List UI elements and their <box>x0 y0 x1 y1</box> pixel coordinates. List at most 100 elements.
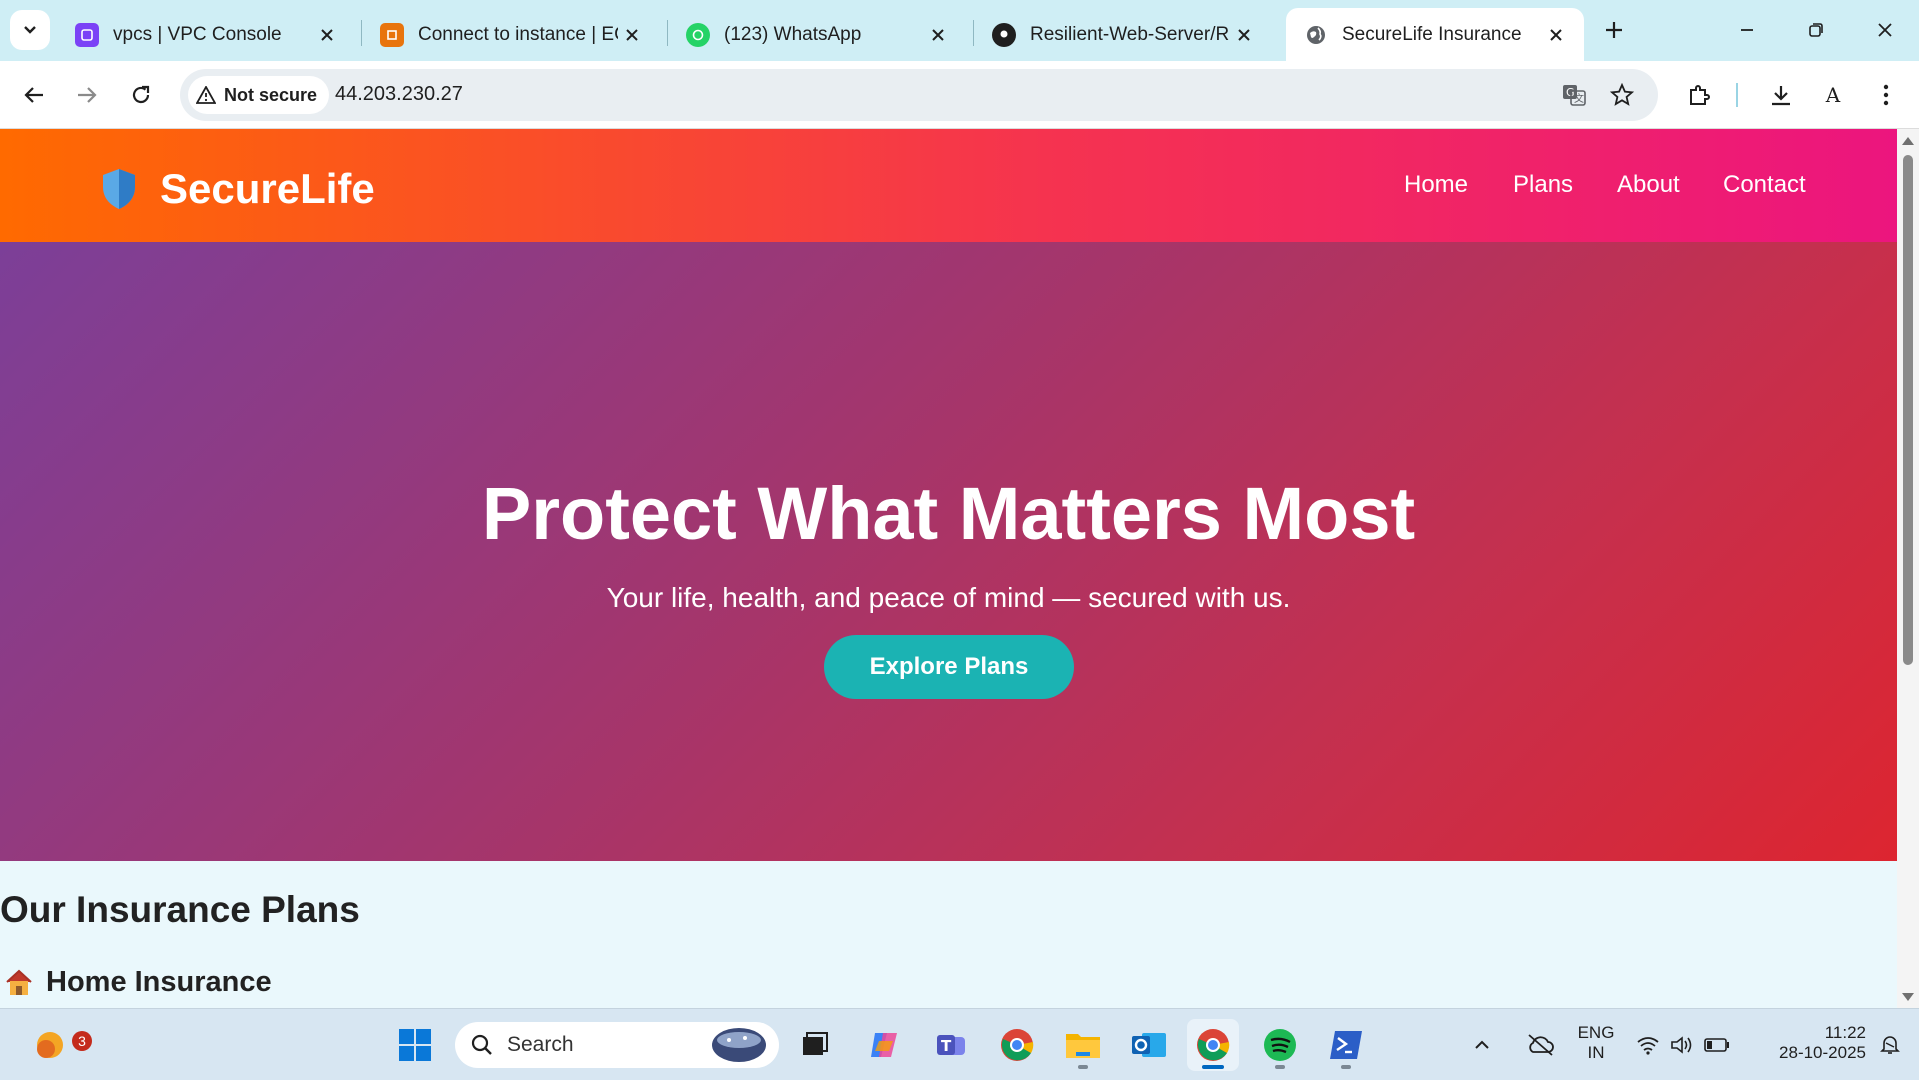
windows-taskbar: 3 Search T ENG IN 11:22 28-10-2025 <box>0 1008 1919 1080</box>
close-window-button[interactable] <box>1862 8 1908 52</box>
forward-button[interactable] <box>67 75 107 115</box>
copilot-icon <box>871 1033 897 1057</box>
puzzle-icon <box>1690 85 1710 105</box>
plans-heading: Our Insurance Plans <box>0 889 360 930</box>
warning-icon <box>196 86 216 104</box>
minimize-button[interactable] <box>1724 8 1770 52</box>
translate-button[interactable]: G文 <box>1556 77 1592 113</box>
github-favicon-icon <box>992 22 1016 47</box>
windows-logo-icon <box>399 1029 431 1061</box>
taskbar-copilot[interactable] <box>859 1019 911 1071</box>
brand-name: SecureLife <box>160 165 375 212</box>
tab-search-button[interactable] <box>10 10 50 50</box>
restore-button[interactable] <box>1793 8 1839 52</box>
notifications-button[interactable] <box>1870 1019 1910 1071</box>
globe-favicon-icon <box>1304 23 1328 47</box>
powershell-icon <box>1330 1031 1362 1059</box>
site-header: SecureLife Home Plans About Contact <box>0 129 1897 242</box>
tab-github[interactable]: Resilient-Web-Server/REA <box>974 8 1272 61</box>
back-button[interactable] <box>14 75 54 115</box>
hero-title: Protect What Matters Most <box>481 472 1416 555</box>
show-hidden-icons-button[interactable] <box>1464 1019 1500 1071</box>
reload-button[interactable] <box>121 75 161 115</box>
tab-close-icon[interactable] <box>618 21 646 49</box>
tab-title: (123) WhatsApp <box>724 23 862 45</box>
tab-vpc-console[interactable]: vpcs | VPC Console <box>57 8 355 61</box>
scroll-up-arrow-icon[interactable] <box>1902 137 1914 145</box>
arrow-left-icon <box>24 87 43 103</box>
plus-icon <box>1606 22 1622 38</box>
hero-section: Protect What Matters Most Your life, hea… <box>0 242 1897 861</box>
nav-link-home[interactable]: Home <box>1404 171 1468 199</box>
tab-connect-ec2[interactable]: Connect to instance | EC2 <box>362 8 660 61</box>
translate-icon: G文 <box>1563 85 1586 106</box>
downloads-button[interactable] <box>1761 75 1801 115</box>
onedrive-status[interactable] <box>1516 1019 1564 1071</box>
taskbar-powershell[interactable] <box>1320 1019 1372 1071</box>
nav-link-contact[interactable]: Contact <box>1723 171 1806 199</box>
tab-close-icon[interactable] <box>1542 21 1570 49</box>
tab-securelife[interactable]: SecureLife Insurance <box>1286 8 1584 61</box>
taskbar-outlook[interactable] <box>1123 1019 1175 1071</box>
clock-date: 28-10-2025 <box>1779 1043 1866 1062</box>
folder-icon <box>1066 1034 1100 1058</box>
web-page: SecureLife Home Plans About Contact Prot… <box>0 129 1897 1008</box>
search-highlight-icon <box>712 1028 766 1062</box>
explore-plans-button[interactable]: Explore Plans <box>824 635 1074 699</box>
taskbar-teams[interactable]: T <box>925 1019 977 1071</box>
taskbar-search[interactable]: Search <box>455 1022 779 1068</box>
notification-badge: 3 <box>72 1031 92 1051</box>
more-vertical-icon <box>1883 84 1889 106</box>
taskbar-chrome[interactable] <box>991 1019 1043 1071</box>
tab-close-icon[interactable] <box>924 21 952 49</box>
tab-close-icon[interactable] <box>1230 21 1258 49</box>
wifi-icon <box>1637 1037 1659 1055</box>
restore-icon <box>1809 23 1823 37</box>
brand[interactable]: SecureLife <box>100 165 375 213</box>
url-text[interactable]: 44.203.230.27 <box>335 83 463 106</box>
tab-close-icon[interactable] <box>313 21 341 49</box>
plan-item: Home Insurance <box>4 966 272 999</box>
weather-icon <box>37 1032 63 1058</box>
language-code: ENG <box>1577 1023 1615 1042</box>
weather-widget[interactable]: 3 <box>24 1019 92 1071</box>
star-icon <box>1610 83 1634 106</box>
profile-button[interactable]: A <box>1813 75 1853 115</box>
bookmark-button[interactable] <box>1604 77 1640 113</box>
tab-title: Connect to instance | EC2 <box>418 23 618 45</box>
security-chip[interactable]: Not secure <box>188 76 330 114</box>
task-view-icon <box>803 1032 828 1055</box>
language-indicator[interactable]: ENG IN <box>1574 1023 1618 1063</box>
battery-icon <box>1704 1038 1729 1052</box>
taskbar-file-explorer[interactable] <box>1057 1019 1109 1071</box>
reload-icon <box>132 85 150 104</box>
spotify-icon <box>1264 1029 1296 1061</box>
taskbar-task-view[interactable] <box>789 1019 841 1071</box>
taskbar-chrome-active[interactable] <box>1187 1019 1239 1071</box>
close-icon <box>1878 23 1892 37</box>
tab-title: SecureLife Insurance <box>1342 23 1522 45</box>
chevron-down-icon <box>24 26 36 34</box>
new-tab-button[interactable] <box>1596 12 1632 48</box>
menu-button[interactable] <box>1866 75 1906 115</box>
shield-icon <box>103 169 135 209</box>
teams-icon: T <box>937 1035 965 1055</box>
running-indicator <box>1078 1065 1088 1069</box>
hero-subtitle: Your life, health, and peace of mind — s… <box>606 582 1291 613</box>
taskbar-spotify[interactable] <box>1254 1019 1306 1071</box>
scroll-down-arrow-icon[interactable] <box>1902 993 1914 1001</box>
quick-settings-button[interactable] <box>1628 1019 1738 1071</box>
scrollbar-thumb[interactable] <box>1903 155 1913 665</box>
language-region: IN <box>1587 1043 1605 1062</box>
nav-link-plans[interactable]: Plans <box>1513 171 1573 199</box>
tab-whatsapp[interactable]: (123) WhatsApp <box>668 8 966 61</box>
start-button[interactable] <box>389 1019 441 1071</box>
clock[interactable]: 11:22 28-10-2025 <box>1756 1023 1866 1063</box>
page-scrollbar[interactable] <box>1897 129 1919 1008</box>
svg-text:文: 文 <box>1574 92 1584 105</box>
nav-link-about[interactable]: About <box>1617 171 1680 199</box>
clock-time: 11:22 <box>1824 1023 1866 1042</box>
address-bar[interactable]: Not secure 44.203.230.27 G文 <box>180 69 1658 121</box>
whatsapp-favicon-icon <box>686 22 710 47</box>
extensions-button[interactable] <box>1679 75 1719 115</box>
